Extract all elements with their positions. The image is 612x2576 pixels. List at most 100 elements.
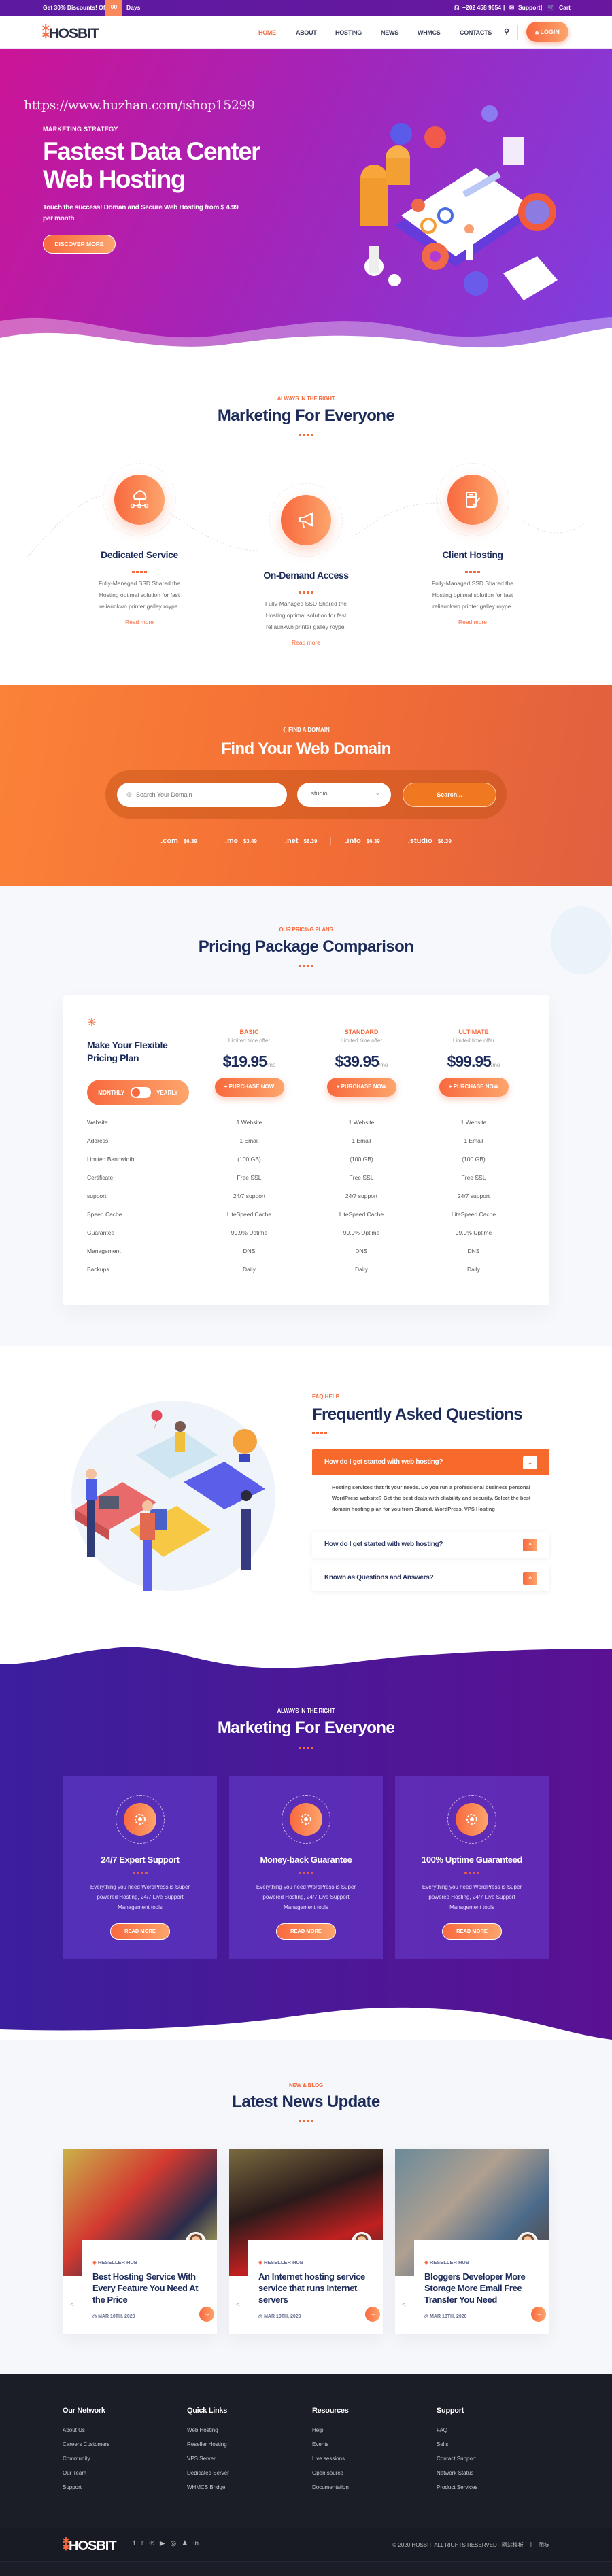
news-title[interactable]: Best Hosting Service With Every Feature … bbox=[92, 2271, 207, 2305]
read-more-button[interactable]: READ MORE bbox=[442, 1923, 502, 1940]
news-content: ◆ RESELLER HUB Best Hosting Service With… bbox=[82, 2240, 217, 2334]
footer-link[interactable]: Dedicated Server bbox=[187, 2466, 311, 2480]
read-more-link[interactable]: Read more bbox=[405, 619, 541, 625]
toggle-switch[interactable] bbox=[130, 1087, 151, 1098]
cell-standard: Free SSL bbox=[349, 1174, 374, 1181]
share-icon[interactable]: < bbox=[70, 2301, 74, 2309]
nav-about[interactable]: ABOUT bbox=[296, 29, 317, 36]
news-card[interactable]: ◆ RESELLER HUB Bloggers Developer More S… bbox=[395, 2149, 549, 2334]
footer-link[interactable]: Help bbox=[312, 2423, 437, 2437]
footer-logo[interactable]: ⁑HOSBIT bbox=[63, 2537, 117, 2554]
domain-search-button[interactable]: Search... bbox=[403, 783, 496, 807]
tld-price[interactable]: .info $6.39 bbox=[330, 837, 393, 845]
footer-link[interactable]: Web Hosting bbox=[187, 2423, 311, 2437]
chevron-down-icon[interactable]: ⌄ bbox=[523, 1456, 537, 1469]
footer-link[interactable]: Network Status bbox=[437, 2466, 561, 2480]
cell-standard: (100 GB) bbox=[350, 1156, 373, 1163]
faq-item[interactable]: Known as Questions and Answers? ^ bbox=[312, 1565, 549, 1591]
footer-link[interactable]: Open source bbox=[312, 2466, 437, 2480]
purchase-now-button[interactable]: + PURCHASE NOW bbox=[439, 1078, 509, 1097]
footer-link[interactable]: Live sessions bbox=[312, 2452, 437, 2466]
cart-icon[interactable]: 🛒 bbox=[547, 4, 555, 12]
read-more-button[interactable]: READ MORE bbox=[276, 1923, 336, 1940]
title-divider bbox=[299, 1747, 313, 1749]
news-category[interactable]: ◆ RESELLER HUB bbox=[92, 2259, 207, 2265]
arrow-right-icon[interactable]: → bbox=[365, 2307, 380, 2322]
nav-hosting[interactable]: HOSTING bbox=[335, 29, 362, 36]
tld-price[interactable]: .me $3.49 bbox=[210, 837, 271, 845]
youtube-icon[interactable]: ▶ bbox=[160, 2540, 165, 2547]
footer-link[interactable]: Reseller Hosting bbox=[187, 2437, 311, 2452]
footer-link[interactable]: FAQ bbox=[437, 2423, 561, 2437]
linkedin-icon[interactable]: in bbox=[193, 2540, 199, 2547]
read-more-button[interactable]: READ MORE bbox=[110, 1923, 170, 1940]
nav-news[interactable]: NEWS bbox=[381, 29, 398, 36]
nav-whmcs[interactable]: WHMCS bbox=[418, 29, 441, 36]
pinterest-icon[interactable]: ℗ bbox=[149, 2540, 154, 2547]
toggle-yearly[interactable]: YEARLY bbox=[156, 1090, 178, 1096]
table-row: Backups Daily Daily Daily bbox=[63, 1260, 549, 1279]
arrow-right-icon[interactable]: → bbox=[531, 2307, 546, 2322]
footer-link[interactable]: Contact Support bbox=[437, 2452, 561, 2466]
news-title[interactable]: Bloggers Developer More Storage More Ema… bbox=[424, 2271, 539, 2305]
phone-link[interactable]: +202 458 9654 bbox=[462, 4, 501, 11]
chevron-up-icon[interactable]: ^ bbox=[523, 1572, 537, 1585]
footer-link[interactable]: Community bbox=[63, 2452, 187, 2466]
tld-price[interactable]: .studio $6.39 bbox=[393, 837, 465, 845]
twitter-icon[interactable]: 𝕥 bbox=[141, 2540, 144, 2547]
chevron-up-icon[interactable]: ^ bbox=[523, 1539, 537, 1551]
toggle-monthly[interactable]: MONTHLY bbox=[98, 1090, 124, 1096]
footer-link[interactable]: About Us bbox=[63, 2423, 187, 2437]
service-desc: Fully-Managed SSD Shared the Hosting opt… bbox=[265, 600, 347, 630]
share-icon[interactable]: < bbox=[402, 2301, 406, 2309]
tld-price[interactable]: .com $6.39 bbox=[147, 837, 211, 845]
billing-toggle[interactable]: MONTHLY YEARLY bbox=[87, 1080, 189, 1105]
facebook-icon[interactable]: f bbox=[133, 2540, 135, 2547]
faq-item-open[interactable]: How do I get started with web hosting? ⌄ bbox=[312, 1449, 549, 1475]
mail-icon: ✉ bbox=[509, 4, 515, 11]
tld-select[interactable]: .studio ⌄ bbox=[297, 783, 391, 807]
faq-question: How do I get started with web hosting? bbox=[324, 1541, 443, 1548]
search-icon[interactable]: ⚲ bbox=[504, 27, 509, 36]
footer-link[interactable]: Product Services bbox=[437, 2480, 561, 2494]
news-category[interactable]: ◆ RESELLER HUB bbox=[424, 2259, 539, 2265]
news-card[interactable]: ◆ RESELLER HUB An Internet hosting servi… bbox=[229, 2149, 383, 2334]
main-header: ⁑HOSBIT HOME ABOUT HOSTING NEWS WHMCS CO… bbox=[0, 16, 612, 49]
news-title[interactable]: An Internet hosting service service that… bbox=[258, 2271, 373, 2305]
row-label: support bbox=[87, 1192, 107, 1199]
cart-link[interactable]: Cart bbox=[559, 4, 571, 11]
service-title: On-Demand Access bbox=[263, 570, 349, 581]
nav-home[interactable]: HOME bbox=[258, 29, 276, 36]
news-card[interactable]: ◆ RESELLER HUB Best Hosting Service With… bbox=[63, 2149, 217, 2334]
read-more-link[interactable]: Read more bbox=[238, 639, 374, 646]
instagram-icon[interactable]: ◎ bbox=[171, 2540, 177, 2547]
purchase-now-button[interactable]: + PURCHASE NOW bbox=[214, 1078, 284, 1097]
feature-title: 24/7 Expert Support bbox=[101, 1855, 180, 1865]
plan-offer: Limited time offer bbox=[340, 1037, 383, 1044]
arrow-right-icon[interactable]: → bbox=[199, 2307, 214, 2322]
footer-link[interactable]: Sells bbox=[437, 2437, 561, 2452]
footer-link[interactable]: Documentation bbox=[312, 2480, 437, 2494]
footer-link[interactable]: Support bbox=[63, 2480, 187, 2494]
tld-price[interactable]: .net $8.39 bbox=[270, 837, 331, 845]
footer: Our Network About Us Careers Customers C… bbox=[0, 2374, 612, 2576]
support-link[interactable]: Support bbox=[518, 4, 541, 11]
footer-link[interactable]: WHMCS Bridge bbox=[187, 2480, 311, 2494]
domain-search-input[interactable] bbox=[117, 783, 287, 807]
footer-link[interactable]: Careers Customers bbox=[63, 2437, 187, 2452]
discover-more-button[interactable]: DISCOVER MORE bbox=[43, 235, 116, 254]
nav-contacts[interactable]: CONTACTS bbox=[460, 29, 492, 36]
footer-link[interactable]: VPS Server bbox=[187, 2452, 311, 2466]
footer-extra-link[interactable]: 图标 bbox=[539, 2541, 549, 2549]
footer-link[interactable]: Our Team bbox=[63, 2466, 187, 2480]
login-button[interactable]: 🔒︎ LOGIN bbox=[526, 22, 568, 42]
share-icon[interactable]: < bbox=[236, 2301, 240, 2309]
footer-link[interactable]: Events bbox=[312, 2437, 437, 2452]
faq-answer: Hosting services that fit your needs. Do… bbox=[324, 1482, 540, 1515]
snapchat-icon[interactable]: ♟ bbox=[182, 2540, 188, 2547]
news-category[interactable]: ◆ RESELLER HUB bbox=[258, 2259, 373, 2265]
read-more-link[interactable]: Read more bbox=[71, 619, 207, 625]
purchase-now-button[interactable]: + PURCHASE NOW bbox=[326, 1078, 396, 1097]
logo[interactable]: ⁑HOSBIT bbox=[42, 25, 99, 42]
faq-item[interactable]: How do I get started with web hosting? ^ bbox=[312, 1532, 549, 1558]
